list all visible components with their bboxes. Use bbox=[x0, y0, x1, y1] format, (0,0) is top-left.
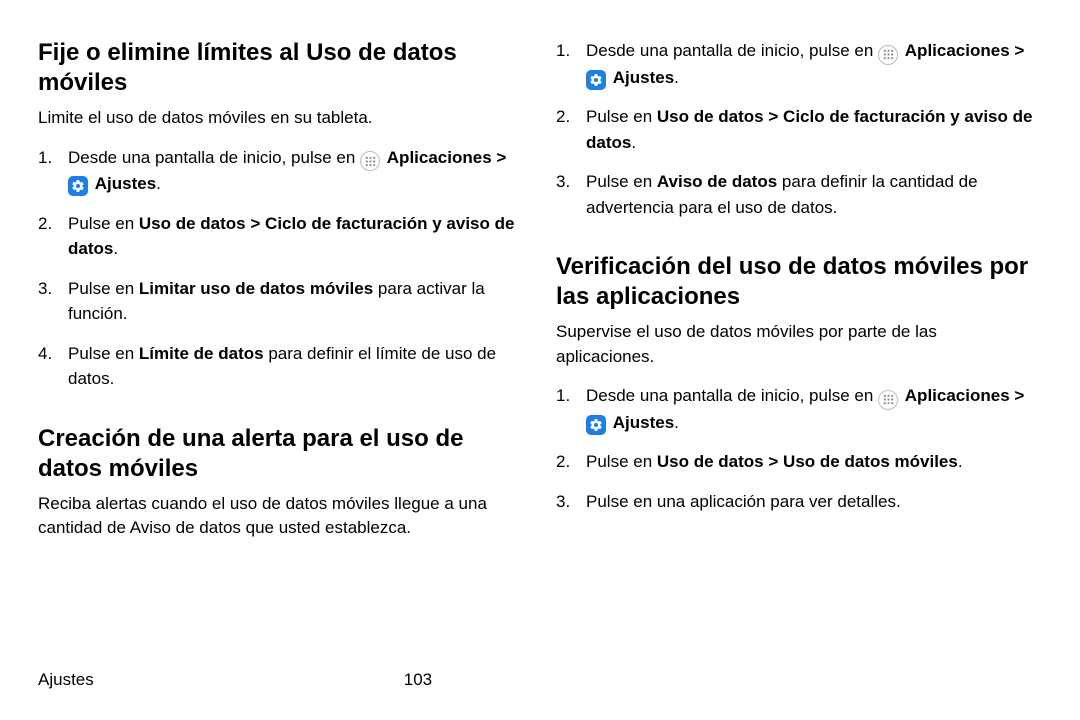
step-text: Desde una pantalla de inicio, pulse en bbox=[586, 41, 878, 60]
apps-grid-icon bbox=[878, 45, 898, 65]
list-item: Pulse en Uso de datos > Uso de datos móv… bbox=[556, 449, 1034, 475]
chevron-right-icon: > bbox=[768, 452, 778, 471]
intro-create-alert: Reciba alertas cuando el uso de datos mó… bbox=[38, 492, 516, 541]
chevron-right-icon: > bbox=[250, 214, 260, 233]
period: . bbox=[113, 239, 118, 258]
right-column: Desde una pantalla de inicio, pulse en A… bbox=[556, 38, 1034, 650]
chevron-right-icon: > bbox=[496, 148, 506, 167]
period: . bbox=[631, 133, 636, 152]
footer-section-label: Ajustes bbox=[38, 670, 94, 690]
bold-label: Uso de datos bbox=[657, 107, 764, 126]
heading-verify-usage: Verificación del uso de datos móviles po… bbox=[556, 252, 1034, 312]
apps-label: Aplicaciones bbox=[387, 148, 492, 167]
list-item: Pulse en Uso de datos > Ciclo de factura… bbox=[38, 211, 516, 262]
bold-label: Limitar uso de datos móviles bbox=[139, 279, 373, 298]
gear-icon bbox=[586, 70, 606, 90]
steps-verify-usage: Desde una pantalla de inicio, pulse en A… bbox=[556, 383, 1034, 514]
step-text: Pulse en bbox=[586, 452, 657, 471]
list-item: Pulse en Aviso de datos para definir la … bbox=[556, 169, 1034, 220]
chevron-right-icon: > bbox=[1014, 41, 1024, 60]
bold-label: Uso de datos bbox=[657, 452, 764, 471]
ajustes-label: Ajustes bbox=[613, 413, 674, 432]
apps-grid-icon bbox=[360, 151, 380, 171]
step-text: Pulse en bbox=[586, 107, 657, 126]
bold-label: Aviso de datos bbox=[657, 172, 777, 191]
list-item: Pulse en Limitar uso de datos móviles pa… bbox=[38, 276, 516, 327]
steps-set-limits: Desde una pantalla de inicio, pulse en A… bbox=[38, 145, 516, 392]
bold-label: Uso de datos móviles bbox=[783, 452, 958, 471]
list-item: Desde una pantalla de inicio, pulse en A… bbox=[38, 145, 516, 197]
step-text: Desde una pantalla de inicio, pulse en bbox=[68, 148, 360, 167]
period: . bbox=[674, 413, 679, 432]
apps-label: Aplicaciones bbox=[905, 386, 1010, 405]
footer-page-number: 103 bbox=[404, 670, 432, 690]
period: . bbox=[156, 174, 161, 193]
list-item: Pulse en una aplicación para ver detalle… bbox=[556, 489, 1034, 515]
page-footer: Ajustes 103 bbox=[38, 670, 1034, 690]
chevron-right-icon: > bbox=[1014, 386, 1024, 405]
heading-set-limits: Fije o elimine límites al Uso de datos m… bbox=[38, 38, 516, 98]
step-text: Pulse en bbox=[68, 214, 139, 233]
steps-create-alert: Desde una pantalla de inicio, pulse en A… bbox=[556, 38, 1034, 220]
bold-label: Límite de datos bbox=[139, 344, 264, 363]
list-item: Pulse en Uso de datos > Ciclo de factura… bbox=[556, 104, 1034, 155]
list-item: Desde una pantalla de inicio, pulse en A… bbox=[556, 38, 1034, 90]
list-item: Pulse en Límite de datos para definir el… bbox=[38, 341, 516, 392]
period: . bbox=[674, 68, 679, 87]
step-text: Pulse en bbox=[68, 344, 139, 363]
period: . bbox=[958, 452, 963, 471]
gear-icon bbox=[586, 415, 606, 435]
gear-icon bbox=[68, 176, 88, 196]
list-item: Desde una pantalla de inicio, pulse en A… bbox=[556, 383, 1034, 435]
heading-create-alert: Creación de una alerta para el uso de da… bbox=[38, 424, 516, 484]
ajustes-label: Ajustes bbox=[613, 68, 674, 87]
intro-set-limits: Limite el uso de datos móviles en su tab… bbox=[38, 106, 516, 131]
intro-verify-usage: Supervise el uso de datos móviles por pa… bbox=[556, 320, 1034, 369]
apps-label: Aplicaciones bbox=[905, 41, 1010, 60]
chevron-right-icon: > bbox=[768, 107, 778, 126]
left-column: Fije o elimine límites al Uso de datos m… bbox=[38, 38, 516, 650]
apps-grid-icon bbox=[878, 390, 898, 410]
step-text: Pulse en bbox=[68, 279, 139, 298]
bold-label: Uso de datos bbox=[139, 214, 246, 233]
content-columns: Fije o elimine límites al Uso de datos m… bbox=[38, 38, 1034, 650]
step-text: Pulse en bbox=[586, 172, 657, 191]
ajustes-label: Ajustes bbox=[95, 174, 156, 193]
step-text: Desde una pantalla de inicio, pulse en bbox=[586, 386, 878, 405]
step-text: Pulse en una aplicación para ver detalle… bbox=[586, 492, 901, 511]
